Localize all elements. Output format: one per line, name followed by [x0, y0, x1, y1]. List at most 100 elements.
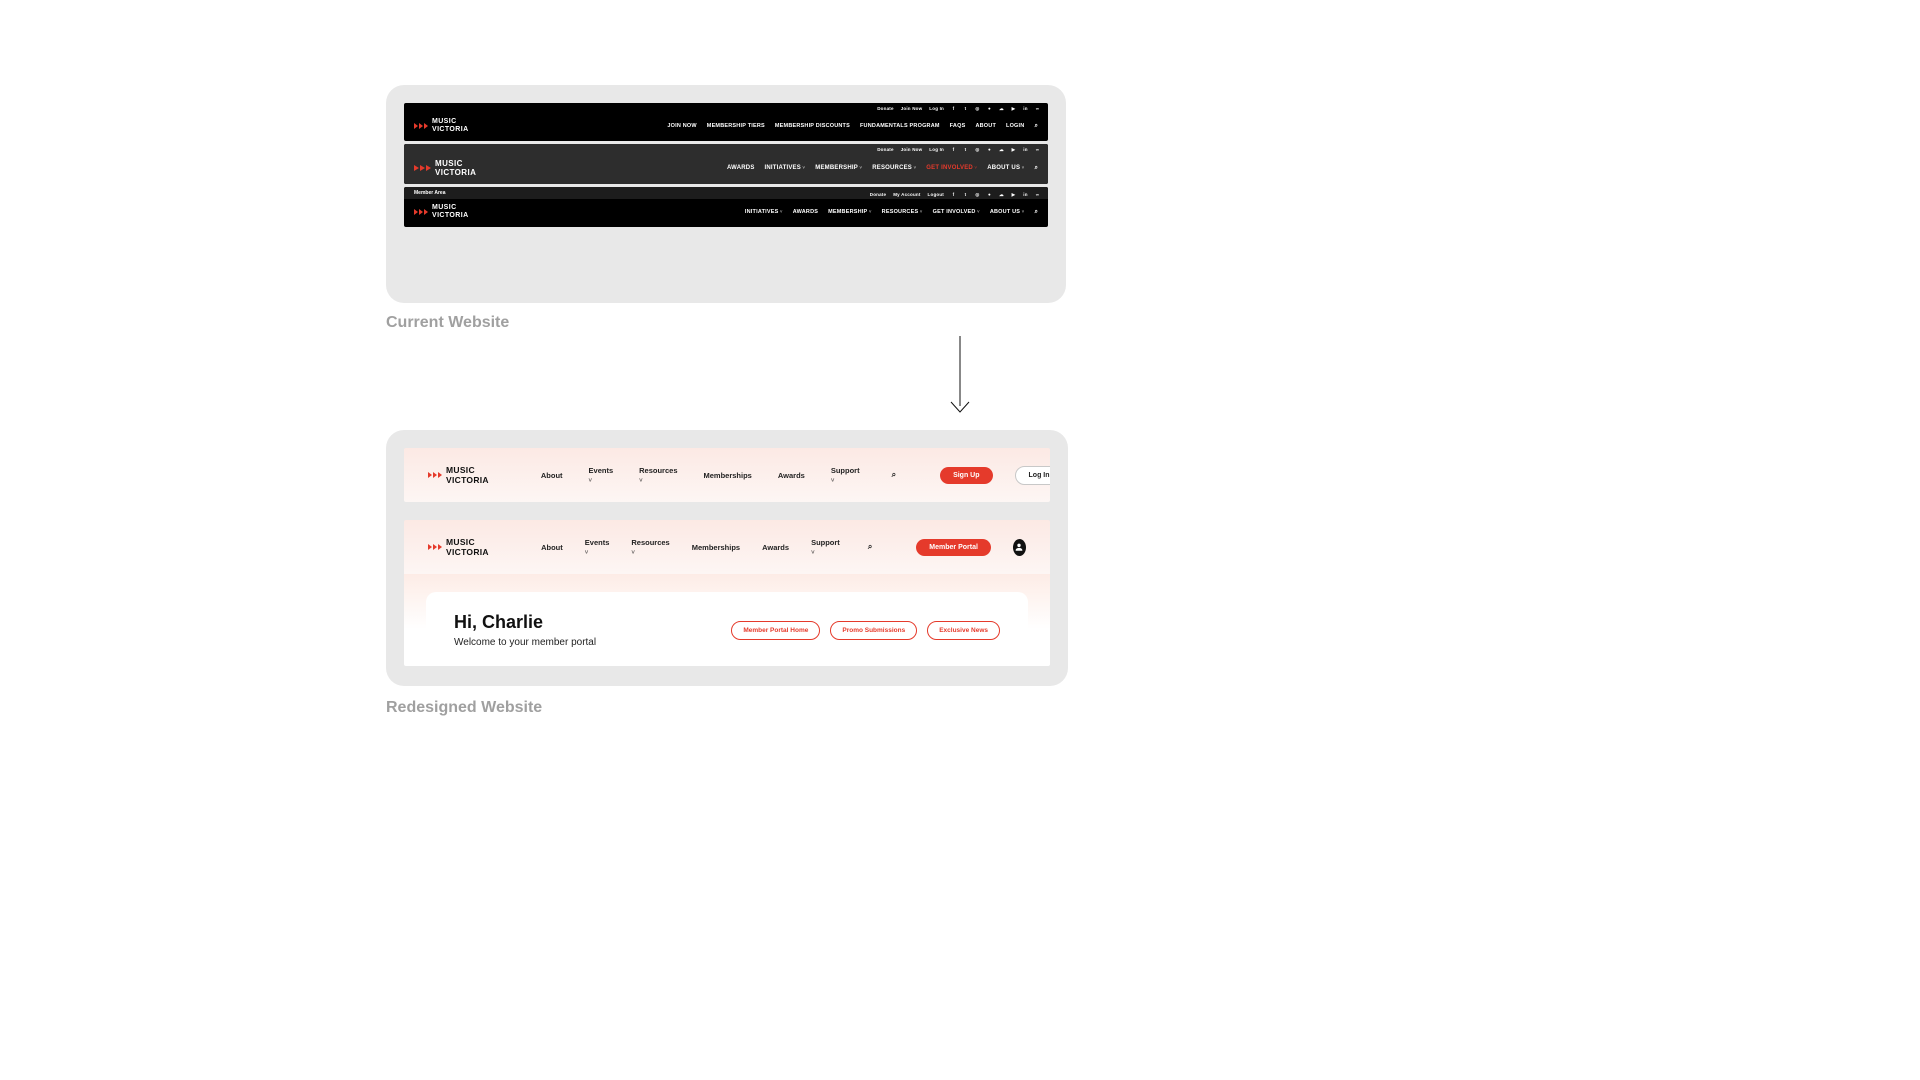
instagram-icon[interactable]: ◎ — [975, 192, 980, 197]
search-icon[interactable]: ⌕ — [1034, 165, 1038, 172]
nav-item[interactable]: Awards — [762, 543, 789, 552]
mainbar: MUSIC VICTORIA INITIATIVES AWARDS MEMBER… — [404, 200, 1048, 227]
portal-home-button[interactable]: Member Portal Home — [731, 621, 820, 640]
member-portal-button[interactable]: Member Portal — [916, 539, 991, 556]
search-icon[interactable]: ⌕ — [892, 470, 896, 480]
brand-text: MUSIC VICTORIA — [446, 465, 489, 485]
spotify-icon[interactable]: ● — [987, 192, 992, 197]
instagram-icon[interactable]: ◎ — [975, 147, 980, 152]
youtube-icon[interactable]: ▶ — [1011, 192, 1016, 197]
brand-logo[interactable]: MUSIC VICTORIA — [414, 204, 469, 220]
log-in-link[interactable]: Log In — [929, 147, 944, 152]
my-account-link[interactable]: My Account — [893, 192, 920, 197]
search-icon[interactable]: ⌕ — [1034, 209, 1038, 216]
current-header-3: Member Area Donate My Account Logout f t… — [404, 187, 1048, 227]
soundcloud-icon[interactable]: ☁ — [999, 147, 1004, 152]
nav-item[interactable]: ABOUT US — [990, 209, 1025, 215]
nav-item[interactable]: INITIATIVES — [765, 165, 806, 171]
youtube-icon[interactable]: ▶ — [1011, 147, 1016, 152]
nav-item[interactable]: Support — [811, 538, 840, 556]
soundcloud-icon[interactable]: ☁ — [999, 192, 1004, 197]
nav-item[interactable]: Memberships — [692, 543, 740, 552]
spotify-icon[interactable]: ● — [987, 106, 992, 111]
join-now-link[interactable]: Join Now — [901, 147, 923, 152]
logout-link[interactable]: Logout — [928, 192, 944, 197]
soundcloud-icon[interactable]: ☁ — [999, 106, 1004, 111]
main-nav: INITIATIVES AWARDS MEMBERSHIP RESOURCES … — [745, 209, 1038, 216]
nav-item[interactable]: MEMBERSHIP — [828, 209, 872, 215]
nav-item[interactable]: FAQS — [950, 123, 966, 129]
nav-item[interactable]: Awards — [778, 471, 805, 480]
brand-logo[interactable]: MUSIC VICTORIA — [414, 118, 469, 134]
donate-link[interactable]: Donate — [877, 147, 893, 152]
nav-item[interactable]: RESOURCES — [872, 165, 916, 171]
caption-current: Current Website — [386, 314, 509, 332]
twitter-icon[interactable]: t — [963, 192, 968, 197]
brand-logo[interactable]: MUSIC VICTORIA — [414, 159, 476, 177]
donate-link[interactable]: Donate — [877, 106, 893, 111]
nav-item[interactable]: RESOURCES — [882, 209, 923, 215]
nav-item[interactable]: Events — [585, 538, 610, 556]
mainbar: MUSIC VICTORIA JOIN NOW MEMBERSHIP TIERS… — [404, 114, 1048, 141]
topbar: Donate My Account Logout f t ◎ ● ☁ ▶ in … — [404, 189, 1048, 200]
nav-item[interactable]: GET INVOLVED — [933, 209, 980, 215]
nav-item[interactable]: MEMBERSHIP DISCOUNTS — [775, 123, 850, 129]
nav-item[interactable]: AWARDS — [727, 165, 755, 171]
linkedin-icon[interactable]: in — [1023, 106, 1028, 111]
brand-text: MUSIC VICTORIA — [432, 118, 469, 134]
spotify-icon[interactable]: ● — [987, 147, 992, 152]
nav-item-active[interactable]: GET INVOLVED — [926, 165, 977, 171]
greeting-subtitle: Welcome to your member portal — [454, 637, 596, 648]
nav-item[interactable]: Support — [831, 466, 860, 484]
nav-item[interactable]: JOIN NOW — [667, 123, 696, 129]
linkedin-icon[interactable]: in — [1023, 192, 1028, 197]
nav-item[interactable]: MEMBERSHIP — [815, 165, 862, 171]
current-website-panel: Donate Join Now Log In f t ◎ ● ☁ ▶ in ∞ … — [386, 85, 1066, 303]
facebook-icon[interactable]: f — [951, 106, 956, 111]
nav-item[interactable]: AWARDS — [793, 209, 818, 215]
nav-item[interactable]: ABOUT — [975, 123, 996, 129]
search-icon[interactable]: ⌕ — [868, 542, 872, 552]
facebook-icon[interactable]: f — [951, 147, 956, 152]
twitter-icon[interactable]: t — [963, 106, 968, 111]
facebook-icon[interactable]: f — [951, 192, 956, 197]
join-now-link[interactable]: Join Now — [901, 106, 923, 111]
nav-item[interactable]: INITIATIVES — [745, 209, 783, 215]
current-header-1: Donate Join Now Log In f t ◎ ● ☁ ▶ in ∞ … — [404, 103, 1048, 141]
share-icon[interactable]: ∞ — [1035, 147, 1040, 152]
nav-item[interactable]: FUNDAMENTALS PROGRAM — [860, 123, 940, 129]
twitter-icon[interactable]: t — [963, 147, 968, 152]
nav-item[interactable]: Events — [589, 466, 614, 484]
nav-item[interactable]: MEMBERSHIP TIERS — [707, 123, 765, 129]
youtube-icon[interactable]: ▶ — [1011, 106, 1016, 111]
instagram-icon[interactable]: ◎ — [975, 106, 980, 111]
mainbar: MUSIC VICTORIA AWARDS INITIATIVES MEMBER… — [404, 155, 1048, 184]
redesign-header-logged-in: MUSIC VICTORIA About Events Resources Me… — [404, 520, 1050, 666]
brand-logo[interactable]: MUSIC VICTORIA — [428, 465, 489, 485]
linkedin-icon[interactable]: in — [1023, 147, 1028, 152]
exclusive-news-button[interactable]: Exclusive News — [927, 621, 1000, 640]
share-icon[interactable]: ∞ — [1035, 192, 1040, 197]
logo-mark-icon — [414, 123, 428, 129]
nav-item[interactable]: LOGIN — [1006, 123, 1024, 129]
user-avatar-icon[interactable] — [1013, 539, 1026, 556]
arrow-down-icon — [948, 336, 972, 412]
member-portal-body: Hi, Charlie Welcome to your member porta… — [404, 574, 1050, 666]
logo-mark-icon — [428, 544, 442, 550]
promo-submissions-button[interactable]: Promo Submissions — [830, 621, 917, 640]
donate-link[interactable]: Donate — [870, 192, 886, 197]
nav-item[interactable]: Resources — [631, 538, 669, 556]
nav-item[interactable]: About — [541, 543, 563, 552]
log-in-button[interactable]: Log In — [1015, 466, 1050, 485]
greeting-title: Hi, Charlie — [454, 612, 596, 633]
main-nav: About Events Resources Memberships Award… — [541, 538, 872, 556]
log-in-link[interactable]: Log In — [929, 106, 944, 111]
share-icon[interactable]: ∞ — [1035, 106, 1040, 111]
nav-item[interactable]: ABOUT US — [987, 165, 1024, 171]
nav-item[interactable]: Memberships — [704, 471, 752, 480]
brand-logo[interactable]: MUSIC VICTORIA — [428, 537, 499, 557]
nav-item[interactable]: About — [541, 471, 563, 480]
search-icon[interactable]: ⌕ — [1034, 123, 1038, 130]
nav-item[interactable]: Resources — [639, 466, 677, 484]
sign-up-button[interactable]: Sign Up — [940, 467, 992, 484]
